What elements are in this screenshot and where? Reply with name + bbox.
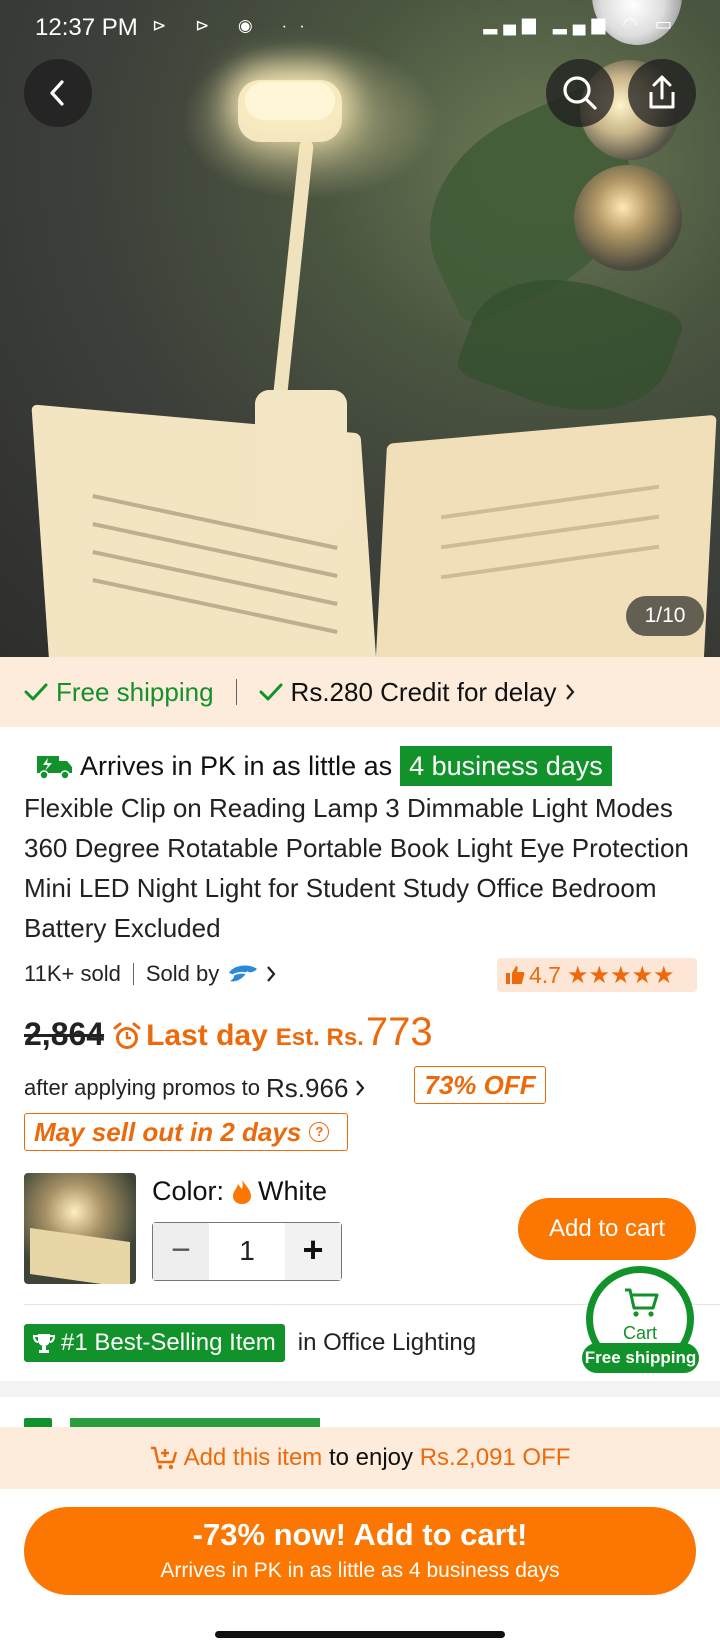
arrives-text: Arrives in PK in as little as bbox=[80, 750, 393, 781]
status-time: 12:37 PM bbox=[35, 14, 138, 41]
color-label: Color: bbox=[152, 1176, 225, 1206]
cta-headline: -73% now! Add to cart! bbox=[192, 1517, 528, 1552]
image-counter: 1/10 bbox=[626, 596, 704, 636]
promo-amount: Rs.2,091 OFF bbox=[419, 1444, 571, 1471]
sellout-text: May sell out in 2 days bbox=[34, 1116, 302, 1147]
chevron-left-icon bbox=[50, 80, 64, 106]
cta-subline: Arrives in PK in as little as 4 business… bbox=[160, 1559, 560, 1582]
color-value: White bbox=[258, 1176, 328, 1206]
promo-price-row[interactable]: after applying promos to Rs.966 bbox=[24, 1068, 366, 1108]
thumbs-up-icon bbox=[506, 966, 525, 984]
add-to-cart-cta[interactable]: -73% now! Add to cart! Arrives in PK in … bbox=[24, 1507, 696, 1595]
discount-badge: 73% OFF bbox=[414, 1066, 546, 1104]
seller-logo-icon[interactable] bbox=[227, 963, 259, 985]
truck-icon bbox=[37, 756, 72, 780]
back-button[interactable] bbox=[24, 59, 92, 127]
image-thumbnail[interactable] bbox=[574, 165, 682, 271]
arrival-info: Arrives in PK in as little as 4 business… bbox=[36, 745, 612, 787]
free-shipping-label: Free shipping bbox=[56, 676, 214, 707]
search-button[interactable] bbox=[546, 59, 614, 127]
promo-enjoy: to enjoy bbox=[328, 1444, 414, 1471]
thumbnail-book bbox=[30, 1227, 130, 1284]
section-gap bbox=[0, 1381, 720, 1397]
rating-badge[interactable]: 4.7 ★★★★★ bbox=[497, 958, 697, 992]
promo-prefix: after applying promos to bbox=[24, 1075, 261, 1100]
cart-icon bbox=[625, 1288, 659, 1317]
divider bbox=[235, 679, 237, 705]
rating-stars: ★★★★★ bbox=[566, 961, 675, 989]
chevron-right-icon bbox=[566, 684, 575, 700]
status-bar: 12:37 PM ⊳ ⊳ ◉ ·· ▂▄▆ ▂▄▆ ◠ ▭ bbox=[0, 0, 720, 56]
check-icon bbox=[24, 683, 48, 701]
best-seller-row[interactable]: #1 Best-Selling Item in Office Lighting bbox=[24, 1324, 476, 1362]
increment-button[interactable]: + bbox=[285, 1223, 341, 1280]
search-icon bbox=[563, 76, 597, 110]
promo-price: Rs.966 bbox=[266, 1072, 349, 1103]
rating-value: 4.7 bbox=[529, 961, 561, 988]
chevron-right-icon bbox=[267, 966, 276, 982]
notification-icons: ⊳ ⊳ ◉ ·· bbox=[152, 16, 317, 35]
promo-add-item: Add this item bbox=[183, 1444, 323, 1471]
last-day-label: Last day bbox=[146, 1019, 268, 1052]
trophy-icon bbox=[33, 1334, 55, 1353]
estimated-price-label: Est. Rs. bbox=[275, 1024, 364, 1051]
sold-count: 11K+ sold bbox=[24, 961, 121, 986]
promo-banner[interactable]: Add this item to enjoy Rs.2,091 OFF bbox=[0, 1427, 720, 1489]
cart-plus-icon bbox=[150, 1446, 177, 1470]
delay-credit-label: Rs.280 Credit for delay bbox=[290, 676, 557, 707]
delivery-days-badge: 4 business days bbox=[400, 746, 612, 786]
home-indicator[interactable] bbox=[215, 1631, 505, 1638]
product-title: Flexible Clip on Reading Lamp 3 Dimmable… bbox=[24, 793, 689, 943]
share-button[interactable] bbox=[628, 59, 696, 127]
cart-free-shipping-badge: Free shipping bbox=[582, 1343, 699, 1373]
add-to-cart-button[interactable]: Add to cart bbox=[518, 1198, 696, 1260]
check-icon bbox=[259, 683, 283, 701]
variant-thumbnail[interactable] bbox=[24, 1173, 136, 1284]
shipping-strip[interactable]: Free shipping Rs.280 Credit for delay bbox=[0, 657, 720, 727]
cart-label: Cart bbox=[622, 1323, 657, 1343]
alarm-clock-icon bbox=[113, 1022, 141, 1049]
quantity-value[interactable]: 1 bbox=[209, 1223, 285, 1280]
color-selector: Color: White bbox=[152, 1176, 327, 1207]
lamp-light bbox=[245, 82, 335, 120]
share-icon bbox=[649, 75, 675, 109]
divider bbox=[132, 963, 134, 985]
best-seller-label: #1 Best-Selling Item bbox=[61, 1329, 276, 1356]
price-row: 2,864 Last day Est. Rs. 773 bbox=[24, 1010, 433, 1062]
best-seller-category: in Office Lighting bbox=[297, 1329, 477, 1356]
system-icons: ▂▄▆ ▂▄▆ ◠ ▭ bbox=[483, 14, 678, 34]
sellout-warning[interactable]: May sell out in 2 days ? bbox=[24, 1113, 348, 1151]
flame-icon bbox=[233, 1179, 252, 1204]
best-seller-badge: #1 Best-Selling Item bbox=[24, 1324, 285, 1362]
help-icon[interactable]: ? bbox=[309, 1122, 330, 1142]
decrement-button[interactable]: − bbox=[153, 1223, 209, 1280]
chevron-right-icon bbox=[356, 1080, 365, 1096]
delay-credit[interactable]: Rs.280 Credit for delay bbox=[259, 677, 577, 708]
sold-by-label[interactable]: Sold by bbox=[146, 961, 219, 987]
free-shipping: Free shipping bbox=[24, 677, 214, 708]
lamp-clip bbox=[255, 390, 347, 530]
quantity-stepper[interactable]: − 1 + bbox=[152, 1222, 342, 1281]
original-price: 2,864 bbox=[24, 1016, 105, 1052]
estimated-price: 773 bbox=[365, 1010, 433, 1054]
